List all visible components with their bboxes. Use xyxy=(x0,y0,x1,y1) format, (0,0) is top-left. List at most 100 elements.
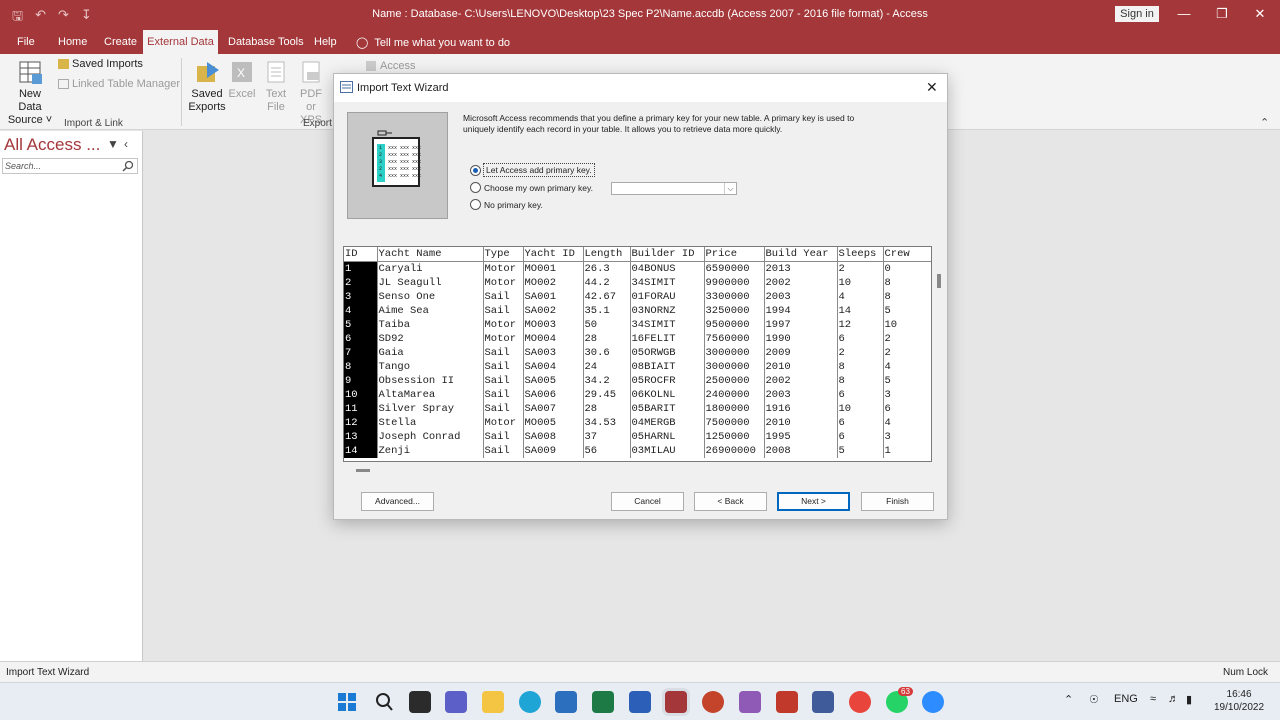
acrobat-icon[interactable] xyxy=(776,691,798,713)
table-row[interactable]: 2 JL Seagull Motor MO002 44.2 34SIMIT 9900000 2… xyxy=(344,276,931,290)
column-header[interactable]: Type xyxy=(482,247,523,262)
saved-imports-button[interactable]: Saved Imports xyxy=(58,58,143,71)
battery-icon[interactable]: ▮ xyxy=(1186,693,1192,706)
option-let-access-add-key[interactable]: Let Access add primary key. xyxy=(470,163,595,177)
row-id-cell: 2 xyxy=(344,276,377,290)
zoom-icon[interactable] xyxy=(922,691,944,713)
publisher-icon[interactable] xyxy=(812,691,834,713)
table-cell: 24 xyxy=(582,360,630,374)
column-header[interactable]: Crew xyxy=(882,247,931,262)
new-data-source-button[interactable]: New Data Source ˅ xyxy=(6,58,54,127)
tab-file[interactable]: File xyxy=(13,34,39,54)
close-window-icon[interactable]: ✕ xyxy=(1250,6,1270,22)
column-header[interactable]: Sleeps xyxy=(836,247,883,262)
edge-icon[interactable] xyxy=(519,691,541,713)
powerpoint-taskbar-icon[interactable] xyxy=(702,691,724,713)
chevron-down-icon[interactable]: ⌵ xyxy=(724,183,736,194)
table-cell: Obsession II xyxy=(376,374,483,388)
show-hidden-icons-icon[interactable]: ⌃ xyxy=(1064,693,1073,706)
table-cell: 3 xyxy=(882,388,931,402)
column-header[interactable]: ID xyxy=(344,247,377,262)
collapse-ribbon-icon[interactable]: ⌃ xyxy=(1260,116,1269,129)
table-row[interactable]: 1 Caryali Motor MO001 26.3 04BONUS 6590000 2013… xyxy=(344,261,931,276)
nav-search-input[interactable]: Search... xyxy=(2,158,138,174)
tab-external-data[interactable]: External Data xyxy=(143,30,218,54)
task-view-icon[interactable] xyxy=(409,691,431,713)
table-row[interactable]: 9 Obsession II Sail SA005 34.2 05ROCFR 2500000… xyxy=(344,374,931,388)
table-row[interactable]: 3 Senso One Sail SA001 42.67 01FORAU 3300000 20… xyxy=(344,290,931,304)
dialog-close-icon[interactable]: ✕ xyxy=(926,79,938,96)
column-header[interactable]: Price xyxy=(703,247,764,262)
chrome-icon[interactable] xyxy=(849,691,871,713)
search-taskbar-icon[interactable] xyxy=(373,691,395,713)
saved-exports-button[interactable]: Saved Exports xyxy=(188,58,226,114)
table-cell: MO002 xyxy=(522,276,583,290)
tell-me-box[interactable]: ◯ Tell me what you want to do xyxy=(356,36,510,49)
excel-taskbar-icon[interactable] xyxy=(592,691,614,713)
teams-chat-icon[interactable] xyxy=(445,691,467,713)
word-taskbar-icon[interactable] xyxy=(629,691,651,713)
store-icon[interactable] xyxy=(555,691,577,713)
cancel-button[interactable]: Cancel xyxy=(611,492,684,511)
tab-database-tools[interactable]: Database Tools xyxy=(224,34,308,54)
table-row[interactable]: 13 Joseph Conrad Sail SA008 37 05HARNL 1250000… xyxy=(344,430,931,444)
linked-table-manager-button[interactable]: Linked Table Manager xyxy=(58,78,180,91)
radio-no-primary-key[interactable] xyxy=(470,199,481,210)
table-row[interactable]: 10 AltaMarea Sail SA006 29.45 06KOLNL 2400000 2… xyxy=(344,388,931,402)
table-row[interactable]: 7 Gaia Sail SA003 30.6 05ORWGB 3000000 2009 2 2 xyxy=(344,346,931,360)
snipping-tool-icon[interactable] xyxy=(739,691,761,713)
saved-imports-label: Saved Imports xyxy=(72,58,143,70)
table-row[interactable]: 5 Taiba Motor MO003 50 34SIMIT 9500000 1997 12 10 xyxy=(344,318,931,332)
data-preview-grid[interactable]: ID Yacht Name Type Yacht ID Length Build… xyxy=(343,246,932,462)
option-choose-own-key[interactable]: Choose my own primary key. xyxy=(470,182,593,193)
option-no-primary-key[interactable]: No primary key. xyxy=(470,199,543,210)
column-header[interactable]: Builder ID xyxy=(629,247,704,262)
table-row[interactable]: 8 Tango Sail SA004 24 08BIAIT 3000000 2010 8 4 xyxy=(344,360,931,374)
advanced-button[interactable]: Advanced... xyxy=(361,492,434,511)
table-cell: 34SIMIT xyxy=(629,276,704,290)
language-indicator[interactable]: ENG xyxy=(1114,693,1138,705)
table-cell: 1 xyxy=(882,444,931,458)
radio-choose-own-key[interactable] xyxy=(470,182,481,193)
vertical-scrollbar-thumb[interactable] xyxy=(937,274,941,288)
system-clock[interactable]: 16:46 19/10/2022 xyxy=(1214,688,1264,714)
microphone-icon[interactable]: ☉ xyxy=(1089,693,1099,706)
export-access-button[interactable]: Access xyxy=(366,60,415,73)
nav-pane-title[interactable]: All Access ... xyxy=(4,135,100,155)
column-header[interactable]: Length xyxy=(582,247,630,262)
wifi-icon[interactable]: ≈ xyxy=(1150,693,1156,705)
volume-icon[interactable]: ♬ xyxy=(1168,693,1179,705)
column-header[interactable]: Build Year xyxy=(763,247,837,262)
radio-let-access-add-key[interactable] xyxy=(470,164,481,176)
access-taskbar-icon[interactable] xyxy=(665,691,687,713)
horizontal-scrollbar-thumb[interactable] xyxy=(356,469,370,472)
search-icon[interactable] xyxy=(122,160,134,172)
export-text-file-button[interactable]: Text File xyxy=(262,58,290,114)
finish-button[interactable]: Finish xyxy=(861,492,934,511)
file-explorer-icon[interactable] xyxy=(482,691,504,713)
restore-icon[interactable]: ❐ xyxy=(1212,6,1232,22)
column-header[interactable]: Yacht ID xyxy=(522,247,583,262)
table-cell: 2008 xyxy=(763,444,837,458)
primary-key-field-select[interactable]: ⌵ xyxy=(611,182,737,195)
table-row[interactable]: 6 SD92 Motor MO004 28 16FELIT 7560000 1990 6 2 xyxy=(344,332,931,346)
tab-home[interactable]: Home xyxy=(54,34,91,54)
nav-menu-icon[interactable]: ▼ xyxy=(107,137,119,151)
export-pdf-button[interactable]: PDF or XPS xyxy=(296,58,326,127)
next-button[interactable]: Next > xyxy=(777,492,850,511)
nav-collapse-icon[interactable]: ‹ xyxy=(124,137,128,151)
start-icon[interactable] xyxy=(336,691,358,713)
tab-create[interactable]: Create xyxy=(100,34,141,54)
table-cell: 5 xyxy=(836,444,883,458)
column-header[interactable]: Yacht Name xyxy=(376,247,483,262)
export-excel-button[interactable]: X Excel xyxy=(228,58,256,101)
table-cell: SA006 xyxy=(522,388,583,402)
table-row[interactable]: 4 Aime Sea Sail SA002 35.1 03NORNZ 3250000 1994… xyxy=(344,304,931,318)
back-button[interactable]: < Back xyxy=(694,492,767,511)
sign-in-button[interactable]: Sign in xyxy=(1115,6,1159,22)
table-row[interactable]: 14 Zenji Sail SA009 56 03MILAU 26900000 2008 5 1 xyxy=(344,444,931,458)
table-row[interactable]: 12 Stella Motor MO005 34.53 04MERGB 7500000 201… xyxy=(344,416,931,430)
minimize-icon[interactable]: — xyxy=(1174,6,1194,21)
tab-help[interactable]: Help xyxy=(310,34,341,54)
table-row[interactable]: 11 Silver Spray Sail SA007 28 05BARIT 1800000 1… xyxy=(344,402,931,416)
